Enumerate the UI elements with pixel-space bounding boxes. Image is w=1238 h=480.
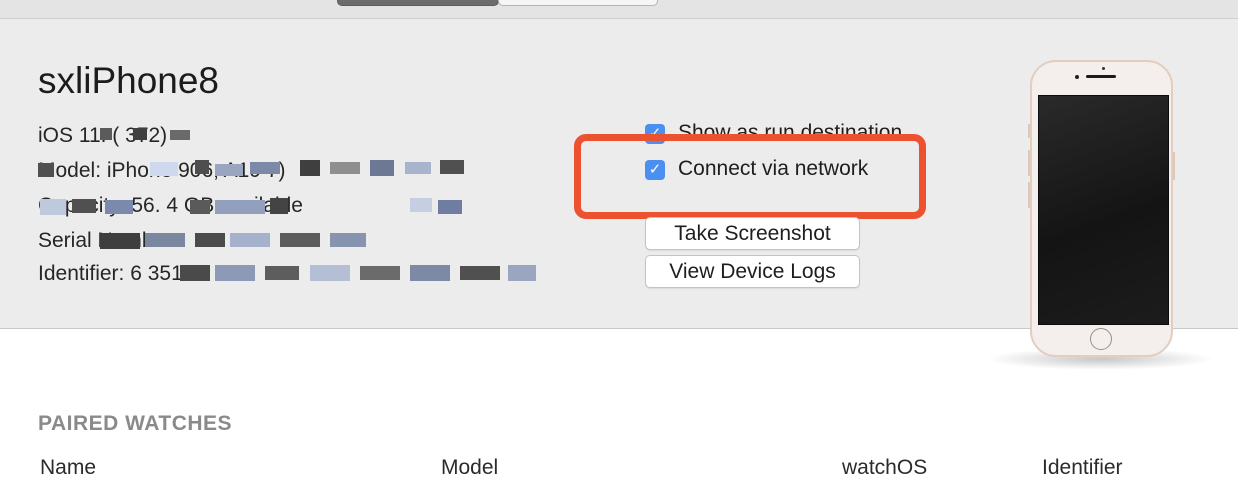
segment-devices[interactable] [337,0,499,6]
view-device-logs-button[interactable]: View Device Logs [645,255,860,288]
column-header-identifier[interactable]: Identifier [1042,456,1123,480]
phone-screen [1038,95,1169,325]
device-name: sxliPhone8 [38,60,220,101]
iphone-device-image [1028,60,1175,357]
home-button [1090,328,1112,350]
volume-up-button [1028,150,1030,176]
volume-down-button [1028,182,1030,208]
proximity-sensor [1102,67,1105,70]
power-button [1173,152,1175,180]
mute-switch [1028,124,1030,138]
take-screenshot-button[interactable]: Take Screenshot [645,217,860,250]
top-toolbar [0,0,1238,19]
highlight-annotation [574,134,926,219]
column-header-model[interactable]: Model [441,456,498,480]
earpiece-speaker [1086,75,1116,78]
front-camera [1075,75,1079,79]
column-header-watchos[interactable]: watchOS [842,456,927,480]
paired-watches-heading: PAIRED WATCHES [38,412,233,435]
segment-simulators[interactable] [498,0,658,6]
column-header-name[interactable]: Name [40,456,96,480]
